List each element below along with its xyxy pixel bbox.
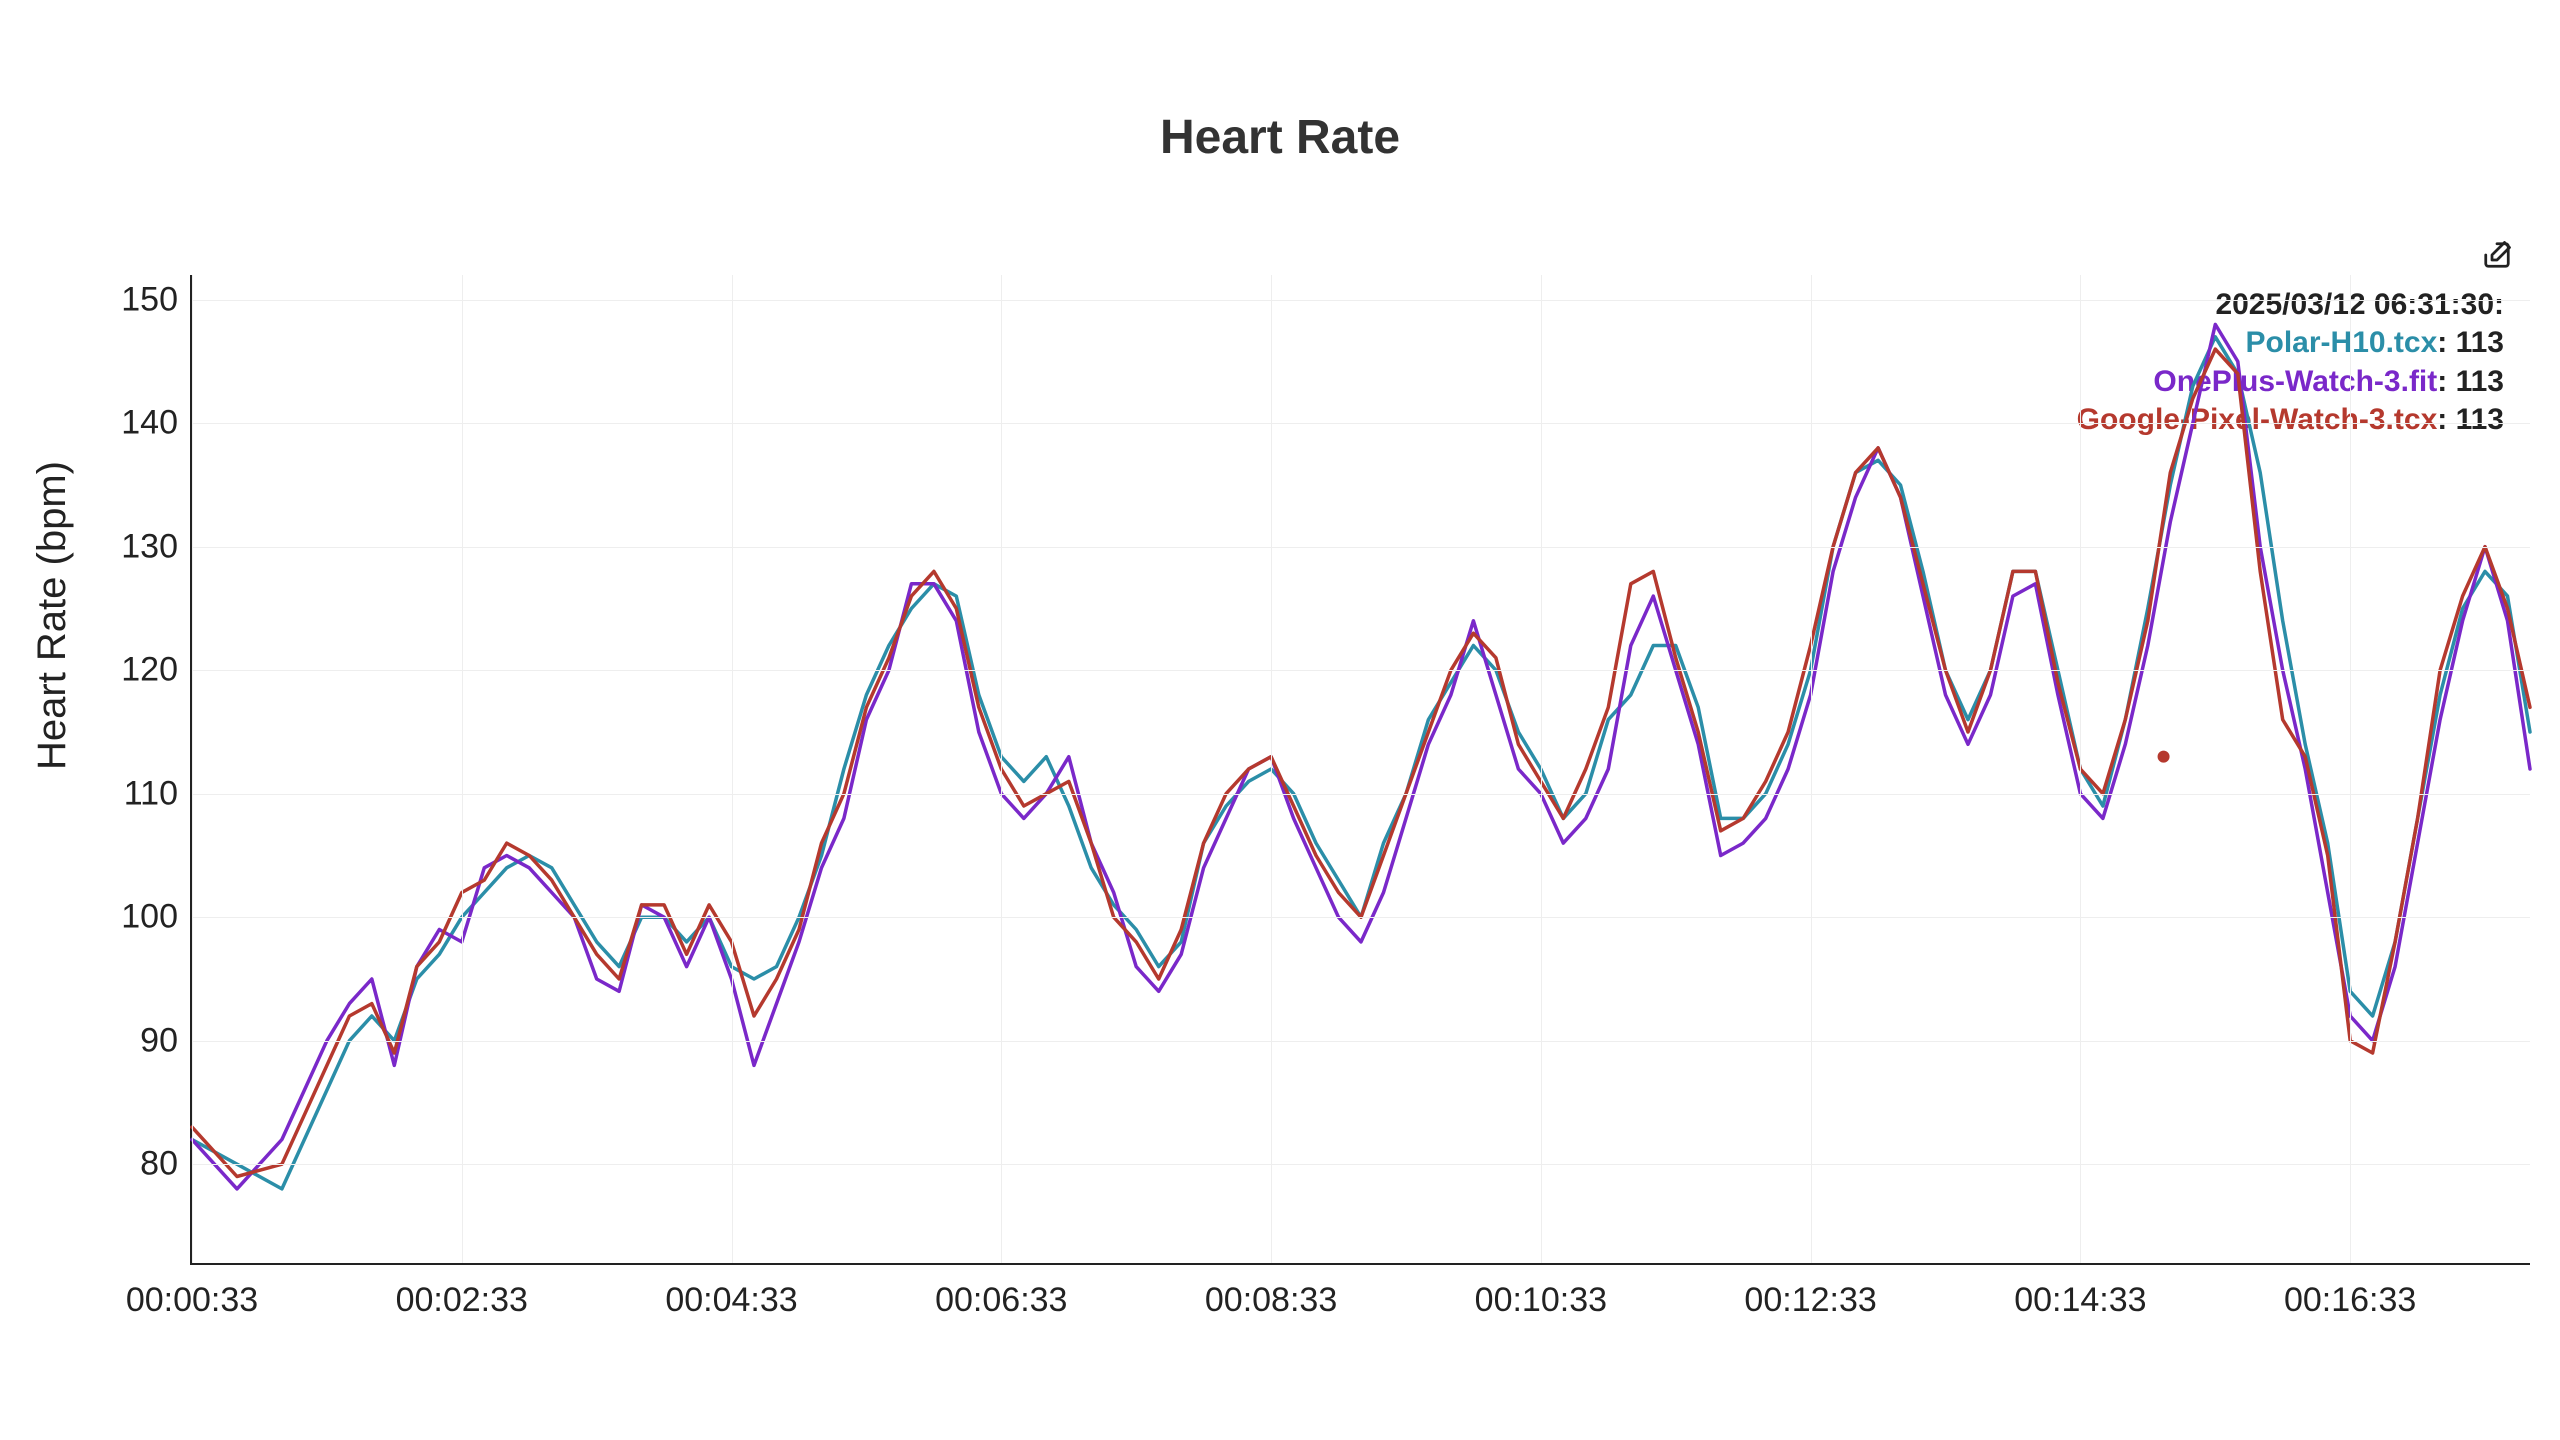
gridline-v bbox=[1541, 275, 1542, 1263]
y-tick-label: 80 bbox=[140, 1145, 192, 1184]
edit-icon[interactable] bbox=[2482, 240, 2512, 270]
gridline-h bbox=[192, 670, 2530, 671]
gridline-h bbox=[192, 794, 2530, 795]
y-axis-label: Heart Rate (bpm) bbox=[30, 461, 75, 770]
gridline-h bbox=[192, 423, 2530, 424]
gridline-v bbox=[1271, 275, 1272, 1263]
gridline-h bbox=[192, 917, 2530, 918]
x-tick-label: 00:14:33 bbox=[2014, 1263, 2146, 1320]
x-tick-label: 00:08:33 bbox=[1205, 1263, 1337, 1320]
gridline-v bbox=[2350, 275, 2351, 1263]
series-line bbox=[192, 324, 2530, 1189]
gridline-h bbox=[192, 547, 2530, 548]
gridline-h bbox=[192, 1041, 2530, 1042]
x-tick-label: 00:16:33 bbox=[2284, 1263, 2416, 1320]
gridline-v bbox=[1811, 275, 1812, 1263]
y-tick-label: 120 bbox=[121, 651, 192, 690]
y-tick-label: 140 bbox=[121, 404, 192, 443]
gridline-h bbox=[192, 1164, 2530, 1165]
y-tick-label: 100 bbox=[121, 898, 192, 937]
x-tick-label: 00:04:33 bbox=[665, 1263, 797, 1320]
chart-canvas: Heart Rate Heart Rate (bpm) 2025/03/12 0… bbox=[0, 0, 2560, 1440]
gridline-v bbox=[732, 275, 733, 1263]
gridline-v bbox=[2080, 275, 2081, 1263]
chart-title: Heart Rate bbox=[0, 110, 2560, 165]
x-tick-label: 00:10:33 bbox=[1475, 1263, 1607, 1320]
y-tick-label: 90 bbox=[140, 1021, 192, 1060]
x-tick-label: 00:12:33 bbox=[1744, 1263, 1876, 1320]
x-tick-label: 00:00:33 bbox=[126, 1263, 258, 1320]
series-line bbox=[192, 337, 2530, 1189]
x-tick-label: 00:06:33 bbox=[935, 1263, 1067, 1320]
series-line bbox=[192, 349, 2530, 1176]
hover-marker bbox=[2157, 750, 2171, 764]
y-tick-label: 130 bbox=[121, 527, 192, 566]
gridline-v bbox=[192, 275, 193, 1263]
gridline-v bbox=[1001, 275, 1002, 1263]
y-tick-label: 110 bbox=[124, 774, 192, 813]
x-tick-label: 00:02:33 bbox=[396, 1263, 528, 1320]
gridline-h bbox=[192, 300, 2530, 301]
gridline-v bbox=[462, 275, 463, 1263]
y-tick-label: 150 bbox=[121, 280, 192, 319]
plot-area[interactable]: 809010011012013014015000:00:3300:02:3300… bbox=[190, 275, 2530, 1265]
